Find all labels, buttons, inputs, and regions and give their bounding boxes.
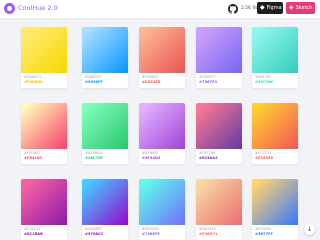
gradient-swatch[interactable]: [139, 27, 185, 73]
gradient-codes: #90F7EC #32CCBC: [252, 73, 298, 88]
gradient-card[interactable]: #FAD7A1 #E96D71: [196, 179, 242, 240]
gradient-swatch[interactable]: [252, 179, 298, 225]
gradient-card[interactable]: #F761A1 #8C1BAB: [21, 179, 67, 240]
gradient-codes: #81FBB8 #28C76F: [82, 149, 128, 164]
gradient-codes: #FDEB71 #F8D800: [21, 73, 67, 88]
gradient-codes: #FFF6B7 #F6416C: [21, 149, 67, 164]
gradient-end-code[interactable]: #9F44D3: [142, 156, 182, 161]
gradient-card[interactable]: #90F7EC #32CCBC: [252, 27, 298, 88]
gradient-end-code[interactable]: #736EFE: [142, 232, 182, 237]
gradient-card[interactable]: #F97794 #623AA2: [196, 103, 242, 164]
gradient-card[interactable]: #FFF6B7 #F6416C: [21, 103, 67, 164]
gradient-swatch[interactable]: [21, 179, 67, 225]
gradient-card[interactable]: #FCCF31 #F55555: [252, 103, 298, 164]
gradient-codes: #E2B0FF #9F44D3: [139, 149, 185, 164]
gradient-end-code[interactable]: #28C76F: [85, 156, 125, 161]
gradient-swatch[interactable]: [196, 179, 242, 225]
gradient-codes: #CE9FFC #7367F0: [196, 73, 242, 88]
gradient-codes: #F97794 #623AA2: [196, 149, 242, 164]
gradient-swatch[interactable]: [82, 103, 128, 149]
gradient-end-code[interactable]: #F8D800: [24, 80, 64, 85]
gradient-end-code[interactable]: #EA5455: [142, 80, 182, 85]
gradient-card[interactable]: #FEB692 #EA5455: [139, 27, 185, 88]
gradient-end-code[interactable]: #9708CC: [85, 232, 125, 237]
gradient-grid: #FDEB71 #F8D800 #ABDCFF #0396FF #FEB692 #EA54…: [0, 0, 320, 240]
gradient-codes: #FCCF31 #F55555: [252, 149, 298, 164]
gradient-swatch[interactable]: [196, 103, 242, 149]
gradient-card[interactable]: #FDEB71 #F8D800: [21, 27, 67, 88]
gradient-codes: #FEB692 #EA5455: [139, 73, 185, 88]
gradient-end-code[interactable]: #32CCBC: [255, 80, 295, 85]
gradient-swatch[interactable]: [252, 27, 298, 73]
gradient-end-code[interactable]: #623AA2: [199, 156, 239, 161]
gradient-codes: #43CBFF #9708CC: [82, 225, 128, 240]
gradient-swatch[interactable]: [82, 27, 128, 73]
gradient-swatch[interactable]: [252, 103, 298, 149]
gradient-card[interactable]: #ABDCFF #0396FF: [82, 27, 128, 88]
gradient-end-code[interactable]: #F6416C: [24, 156, 64, 161]
gradient-card[interactable]: #43CBFF #9708CC: [82, 179, 128, 240]
gradient-swatch[interactable]: [21, 103, 67, 149]
gradient-codes: #FFD26F #3677FF: [252, 225, 298, 240]
gradient-card[interactable]: #81FBB8 #28C76F: [82, 103, 128, 164]
gradient-end-code[interactable]: #F55555: [255, 156, 295, 161]
gradient-card[interactable]: #E2B0FF #9F44D3: [139, 103, 185, 164]
gradient-codes: #FAD7A1 #E96D71: [196, 225, 242, 240]
gradient-end-code[interactable]: #8C1BAB: [24, 232, 64, 237]
gradient-swatch[interactable]: [82, 179, 128, 225]
gradient-swatch[interactable]: [196, 27, 242, 73]
gradient-card[interactable]: #5EFCE8 #736EFE: [139, 179, 185, 240]
scroll-button[interactable]: ↓: [304, 224, 315, 235]
arrow-down-icon: ↓: [306, 226, 313, 233]
gradient-codes: #F761A1 #8C1BAB: [21, 225, 67, 240]
gradient-card[interactable]: #CE9FFC #7367F0: [196, 27, 242, 88]
gradient-codes: #ABDCFF #0396FF: [82, 73, 128, 88]
gradient-swatch[interactable]: [139, 103, 185, 149]
gradient-end-code[interactable]: #E96D71: [199, 232, 239, 237]
gradient-codes: #5EFCE8 #736EFE: [139, 225, 185, 240]
gradient-end-code[interactable]: #3677FF: [255, 232, 295, 237]
gradient-swatch[interactable]: [21, 27, 67, 73]
gradient-end-code[interactable]: #0396FF: [85, 80, 125, 85]
gradient-card[interactable]: #FFD26F #3677FF: [252, 179, 298, 240]
gradient-swatch[interactable]: [139, 179, 185, 225]
gradient-end-code[interactable]: #7367F0: [199, 80, 239, 85]
